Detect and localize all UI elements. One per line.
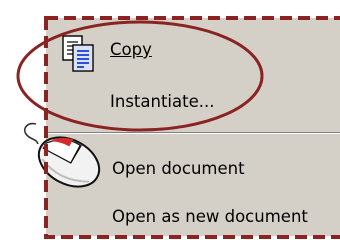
- menu-item-open-document-label: Open document: [112, 159, 245, 178]
- screenshot-frame: Copy Instantiate... Open document Open a…: [0, 0, 340, 240]
- menu-item-instantiate[interactable]: Instantiate...: [110, 88, 214, 116]
- mouse-left-click-icon: [14, 118, 114, 196]
- menu-item-instantiate-label: Instantiate...: [110, 92, 215, 111]
- menu-item-open-as-new-document[interactable]: Open as new document: [112, 203, 308, 231]
- menu-item-open-as-new-document-label: Open as new document: [112, 207, 308, 226]
- menu-item-copy[interactable]: Copy: [110, 36, 152, 64]
- copy-icon: [60, 34, 100, 74]
- menu-item-copy-label: Copy: [110, 40, 152, 59]
- menu-item-open-document[interactable]: Open document: [112, 155, 245, 183]
